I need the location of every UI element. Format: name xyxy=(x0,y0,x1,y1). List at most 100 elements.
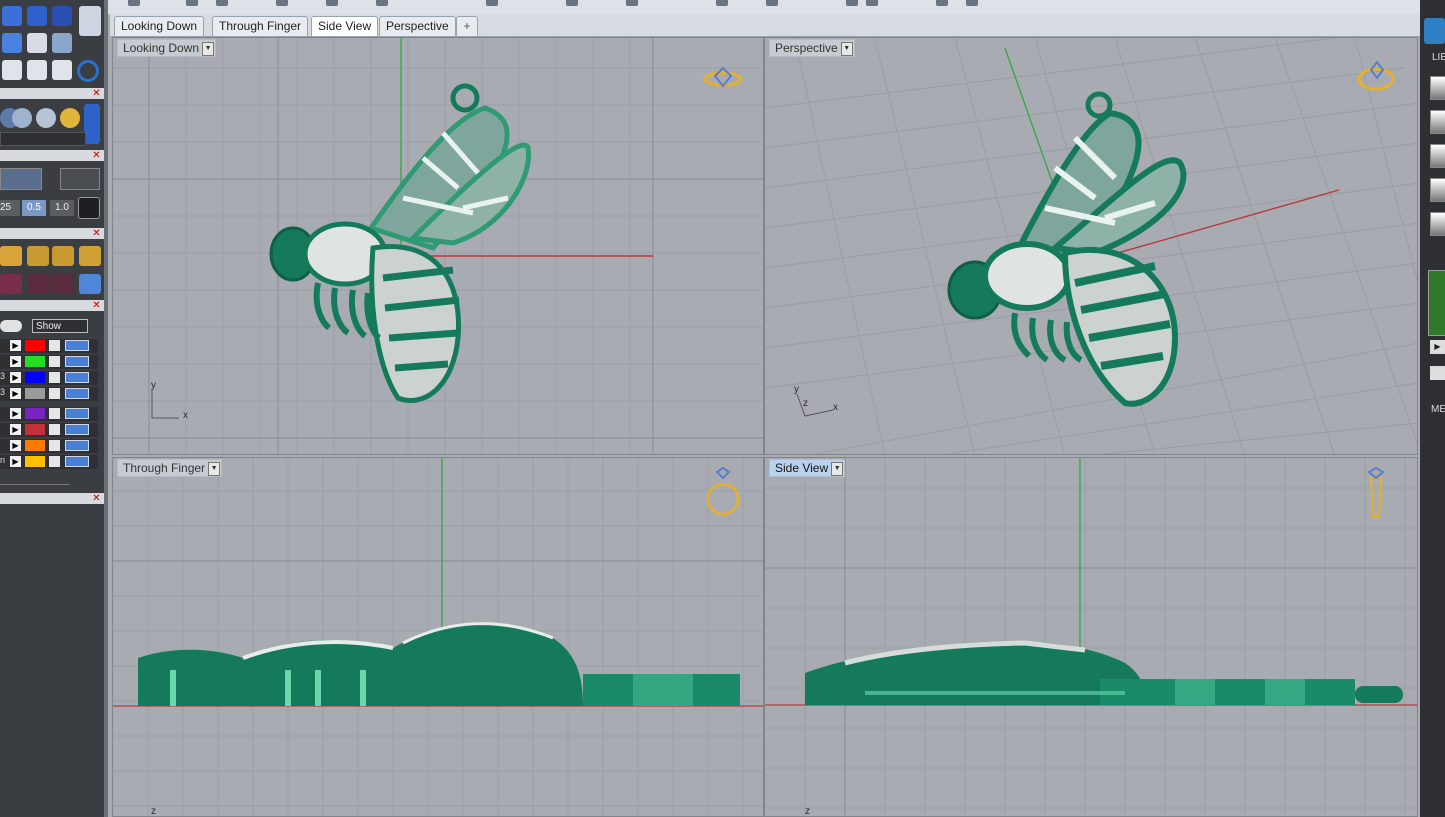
layer-visibility-toggle[interactable] xyxy=(65,424,89,435)
layer-visibility-toggle[interactable] xyxy=(65,356,89,367)
tool-scissors-icon[interactable] xyxy=(27,33,47,53)
tool-pen-icon[interactable] xyxy=(2,33,22,53)
layer-row[interactable]: ▶ xyxy=(0,439,98,453)
expand-arrow-icon[interactable]: ▶ xyxy=(10,340,21,351)
layer-color-swatch[interactable] xyxy=(25,356,45,367)
viewport-perspective[interactable]: Perspective ▼ y z x xyxy=(764,37,1418,455)
material-thumb-2[interactable] xyxy=(1430,110,1445,134)
expand-arrow-icon[interactable]: ▶ xyxy=(10,388,21,399)
expand-arrow-icon[interactable]: ▶ xyxy=(10,424,21,435)
eye-icon[interactable] xyxy=(0,320,22,332)
tool-sphere-icon[interactable] xyxy=(52,33,72,53)
scale-tool-icon[interactable] xyxy=(27,274,49,294)
close-icon[interactable]: ✕ xyxy=(91,88,102,99)
snap-value-1[interactable]: 25 xyxy=(0,200,20,216)
layer-row[interactable]: n ▶ xyxy=(0,455,98,469)
material-thumb-1[interactable] xyxy=(1430,76,1445,100)
tool-grid-icon[interactable] xyxy=(79,6,101,36)
viewport-through-finger[interactable]: Through Finger ▼ z xyxy=(112,457,764,817)
layer-visibility-toggle[interactable] xyxy=(65,456,89,467)
material-dropdown[interactable] xyxy=(0,132,86,146)
snap-value-2[interactable]: 0.5 xyxy=(22,200,46,216)
close-icon[interactable]: ✕ xyxy=(91,493,102,504)
tool-boolean-icon[interactable] xyxy=(2,60,22,80)
material-slot-icon[interactable] xyxy=(84,104,100,144)
viewport-side-view[interactable]: Side View ▼ z xyxy=(764,457,1418,817)
layer-color-swatch[interactable] xyxy=(25,408,45,419)
layer-color-swatch[interactable] xyxy=(25,456,45,467)
layer-row[interactable]: ▶ xyxy=(0,423,98,437)
viewport-title-perspective[interactable]: Perspective ▼ xyxy=(769,39,855,57)
snap-object-button[interactable] xyxy=(60,168,100,190)
chevron-down-icon[interactable]: ▼ xyxy=(202,42,215,56)
gem-tool-icon[interactable] xyxy=(0,246,22,266)
tool-ring-icon[interactable] xyxy=(27,6,47,26)
tab-perspective[interactable]: Perspective xyxy=(379,16,456,36)
lock-icon[interactable] xyxy=(49,424,60,435)
tool-cut-icon[interactable] xyxy=(52,60,72,80)
close-icon[interactable]: ✕ xyxy=(91,150,102,161)
tab-through-finger[interactable]: Through Finger xyxy=(212,16,309,36)
expand-arrow-icon[interactable]: ▶ xyxy=(10,408,21,419)
close-icon[interactable]: ✕ xyxy=(91,228,102,239)
snap-value-3[interactable]: 1.0 xyxy=(50,200,74,216)
tab-side-view[interactable]: Side View xyxy=(311,16,379,36)
layer-color-swatch[interactable] xyxy=(25,388,45,399)
layer-row[interactable]: ▶ xyxy=(0,407,98,421)
paste-tool-icon[interactable] xyxy=(52,246,74,266)
layer-color-swatch[interactable] xyxy=(25,340,45,351)
material-gold-icon[interactable] xyxy=(60,108,80,128)
material-thumb-3[interactable] xyxy=(1430,144,1445,168)
orient-tool-icon[interactable] xyxy=(0,274,22,294)
layer-row[interactable]: ▶ xyxy=(0,355,98,369)
tool-boolean2-icon[interactable] xyxy=(27,60,47,80)
layer-visibility-toggle[interactable] xyxy=(65,408,89,419)
viewport-title-through-finger[interactable]: Through Finger ▼ xyxy=(117,459,223,477)
material-2-icon[interactable] xyxy=(12,108,32,128)
tool-shield-icon[interactable] xyxy=(2,6,22,26)
flow-tool-icon[interactable] xyxy=(79,274,101,294)
move-tool-icon[interactable] xyxy=(79,246,101,266)
lock-icon[interactable] xyxy=(49,408,60,419)
chevron-down-icon[interactable]: ▼ xyxy=(840,42,853,56)
tool-s-icon[interactable] xyxy=(52,6,72,26)
expand-arrow-icon[interactable]: ▶ xyxy=(10,456,21,467)
viewport-title-looking-down[interactable]: Looking Down ▼ xyxy=(117,39,217,57)
layer-row[interactable]: 3 ▶ xyxy=(0,371,98,385)
material-thumb-4[interactable] xyxy=(1430,178,1445,202)
layer-color-swatch[interactable] xyxy=(25,372,45,383)
layer-color-swatch[interactable] xyxy=(25,440,45,451)
panel-splitter[interactable] xyxy=(104,0,108,817)
layer-visibility-toggle[interactable] xyxy=(65,388,89,399)
layer-visibility-toggle[interactable] xyxy=(65,340,89,351)
grid-snap-icon[interactable] xyxy=(78,197,100,219)
snap-mode-button[interactable] xyxy=(0,168,42,190)
material-3-icon[interactable] xyxy=(36,108,56,128)
layer-color-swatch[interactable] xyxy=(25,424,45,435)
layer-visibility-toggle[interactable] xyxy=(65,372,89,383)
layer-row[interactable]: 3 ▶ xyxy=(0,387,98,401)
layer-visibility-toggle[interactable] xyxy=(65,440,89,451)
lock-icon[interactable] xyxy=(49,388,60,399)
viewport-looking-down[interactable]: Looking Down ▼ y x xyxy=(112,37,764,455)
viewport-title-side-view[interactable]: Side View ▼ xyxy=(769,459,846,477)
layer-row[interactable]: ▶ xyxy=(0,339,98,353)
copy-tool-icon[interactable] xyxy=(27,246,49,266)
tool-circle-icon[interactable] xyxy=(77,60,99,82)
lock-icon[interactable] xyxy=(49,372,60,383)
material-thumb-5[interactable] xyxy=(1430,212,1445,236)
lock-icon[interactable] xyxy=(49,356,60,367)
rotate-tool-icon[interactable] xyxy=(52,274,74,294)
search-button[interactable] xyxy=(1430,366,1445,380)
chevron-down-icon[interactable]: ▼ xyxy=(208,462,221,476)
material-tab-button[interactable] xyxy=(1424,18,1445,44)
lock-icon[interactable] xyxy=(49,340,60,351)
show-toggle[interactable]: Show xyxy=(32,319,88,333)
expand-arrow-icon[interactable]: ▶ xyxy=(10,356,21,367)
expand-arrow-icon[interactable]: ▶ xyxy=(10,440,21,451)
lock-icon[interactable] xyxy=(49,440,60,451)
lock-icon[interactable] xyxy=(49,456,60,467)
chevron-down-icon[interactable]: ▼ xyxy=(831,462,844,476)
close-icon[interactable]: ✕ xyxy=(91,300,102,311)
add-tab-button[interactable]: + xyxy=(456,16,478,36)
